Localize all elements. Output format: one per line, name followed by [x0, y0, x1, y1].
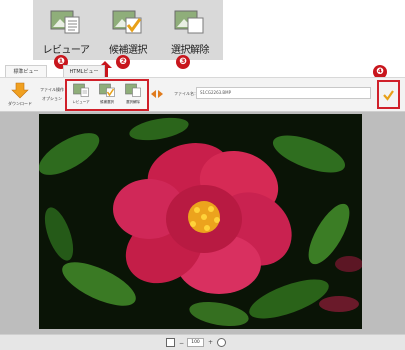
- download-icon: [11, 82, 29, 99]
- download-label: ダウンロード: [8, 101, 32, 106]
- zoom-out-icon[interactable]: −: [179, 340, 184, 347]
- zoomed-button-panel: レビューア 候補選択 選択解除: [33, 0, 223, 60]
- deselect-icon: [174, 10, 204, 34]
- candidate-select-button[interactable]: 候補選択: [95, 82, 119, 109]
- candidate-select-button-large[interactable]: 候補選択: [99, 4, 157, 56]
- deselect-small-icon: [125, 83, 141, 97]
- previous-arrow-icon[interactable]: [151, 90, 156, 98]
- download-button[interactable]: ダウンロード: [5, 81, 35, 109]
- file-ops-line2: オプション: [42, 96, 62, 101]
- badge-2: ❷: [116, 55, 130, 69]
- checkmark-icon: [383, 90, 394, 101]
- camellia-photo-image: [39, 114, 362, 329]
- zoom-in-icon[interactable]: +: [208, 339, 213, 346]
- file-ops-line1: ファイル操作: [40, 87, 64, 92]
- deselect-small-label: 選択解除: [126, 100, 140, 104]
- toolbar: ダウンロード ファイル操作 オプション レビューア 候補選択 選択解除 ファイル…: [0, 77, 405, 112]
- candidate-select-small-icon: [99, 83, 115, 97]
- tab-html-view[interactable]: HTMLビュー: [63, 65, 105, 77]
- viewer-icon: [50, 10, 80, 34]
- candidate-select-small-label: 候補選択: [100, 100, 114, 104]
- viewer-small-icon: [73, 83, 89, 97]
- photo-camellia: [39, 114, 362, 329]
- deselect-button[interactable]: 選択解除: [121, 82, 145, 109]
- bottom-zoom-bar: − 100 +: [0, 334, 405, 350]
- zoom-value-field[interactable]: 100: [187, 338, 204, 347]
- deselect-button-large[interactable]: 選択解除: [161, 4, 219, 56]
- highlighted-button-group: レビューア 候補選択 選択解除: [65, 79, 149, 111]
- deselect-button-label: 選択解除: [171, 45, 210, 56]
- filename-label: ファイル名：: [174, 91, 198, 96]
- tab-standard-view[interactable]: 標準ビュー: [5, 65, 47, 77]
- badge-3: ❸: [176, 55, 190, 69]
- image-viewer: [0, 112, 405, 334]
- filename-field[interactable]: S1CG2263.BMP: [196, 87, 371, 99]
- viewer-button-small-label: レビューア: [72, 100, 90, 104]
- magnifier-icon[interactable]: [166, 338, 175, 347]
- viewer-button-large[interactable]: レビューア: [37, 4, 95, 56]
- screen: レビューア 候補選択 選択解除 ❶ ❷ ❸ ❹ 標準ビュー HTMLビュー ダウ…: [0, 0, 405, 350]
- fit-to-window-icon[interactable]: [217, 338, 226, 347]
- viewer-button[interactable]: レビューア: [69, 82, 93, 109]
- file-operation-options[interactable]: ファイル操作 オプション: [36, 85, 68, 103]
- candidate-select-button-label: 候補選択: [109, 45, 148, 56]
- candidate-check-button[interactable]: [377, 80, 400, 109]
- viewer-button-label: レビューア: [42, 45, 90, 56]
- zoom-control: − 100 +: [166, 338, 236, 348]
- next-arrow-icon[interactable]: [158, 90, 163, 98]
- candidate-select-icon: [112, 10, 142, 34]
